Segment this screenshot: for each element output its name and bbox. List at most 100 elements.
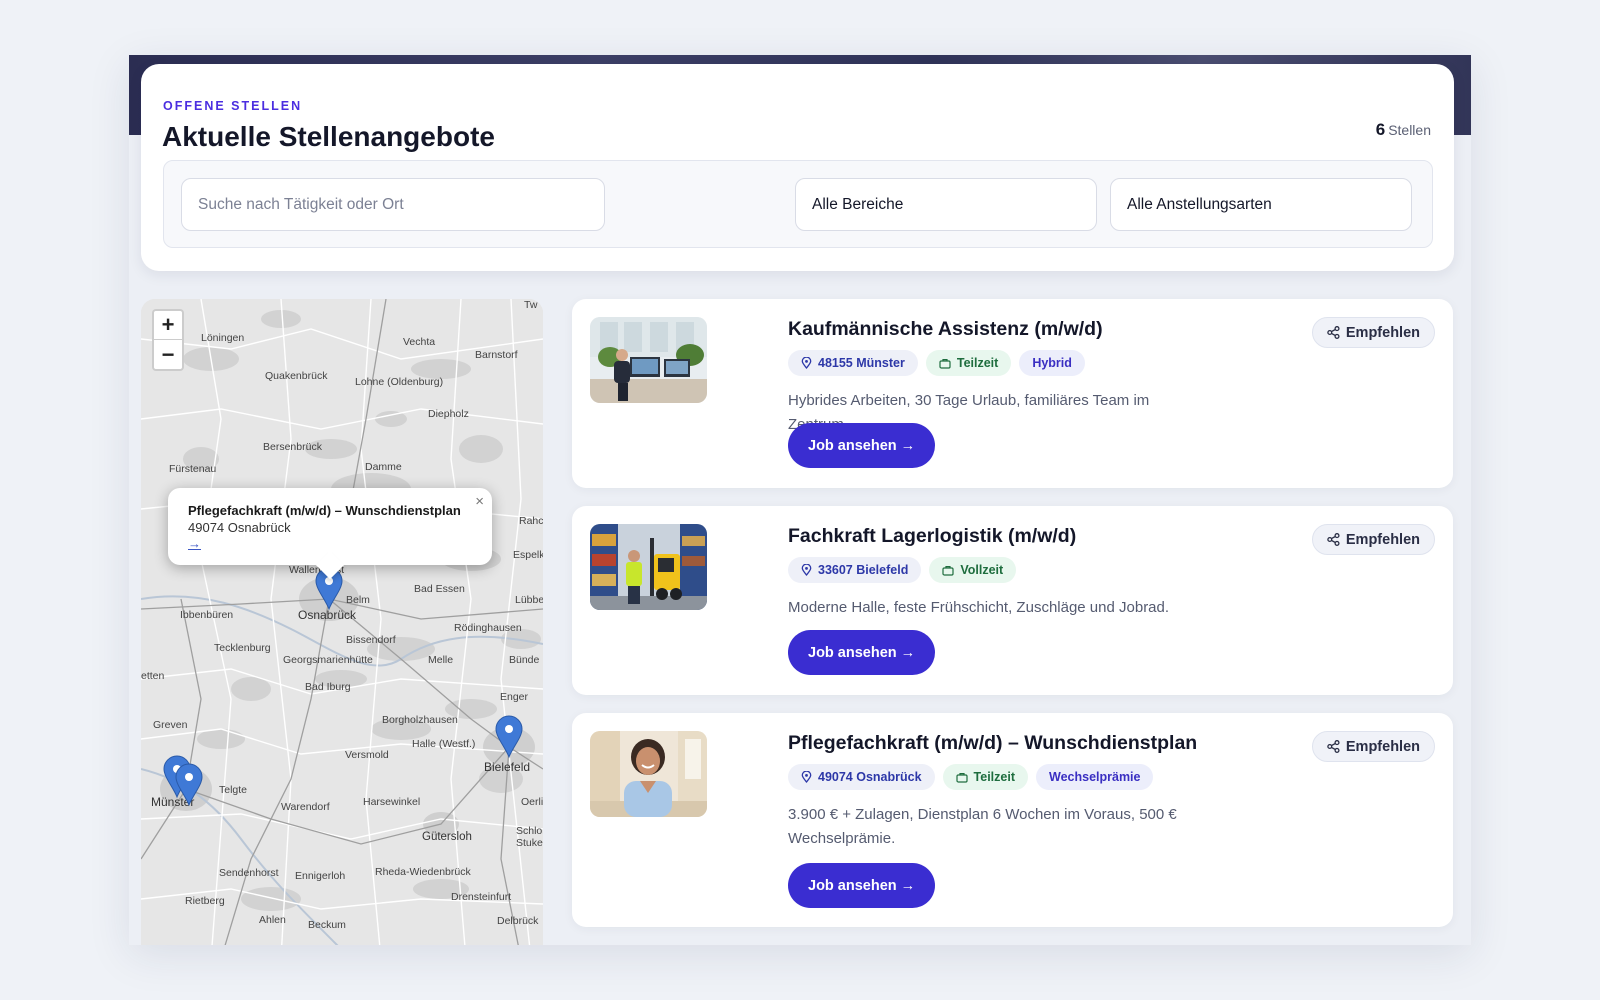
zoom-in-button[interactable]: + (154, 311, 182, 340)
job-board-page: OFFENE STELLEN Aktuelle Stellenangebote … (129, 55, 1471, 945)
location-tag: 48155 Münster (788, 350, 918, 376)
search-field[interactable] (181, 178, 605, 231)
job-count-value: 6 (1375, 120, 1386, 139)
share-icon (1327, 533, 1340, 546)
job-title: Kaufmännische Assistenz (m/w/d) (788, 318, 1103, 340)
location-tag-label: 49074 Osnabrück (818, 770, 922, 784)
map-label-loningen: Löningen (201, 332, 244, 344)
map-label-rheda: Rheda-Wiedenbrück (375, 866, 471, 878)
job-count: 6 Stellen (1376, 120, 1431, 140)
map-label-bad-essen: Bad Essen (414, 583, 465, 595)
map-label-sendenhorst: Sendenhorst (219, 867, 279, 879)
job-thumbnail-warehouse (590, 524, 707, 610)
map-label-quakenbruck: Quakenbrück (265, 370, 328, 382)
map-label-bissendorf: Bissendorf (346, 634, 396, 646)
map-label-greven: Greven (153, 719, 188, 731)
map-label-harsewinkel: Harsewinkel (363, 796, 420, 808)
location-pin-icon (801, 771, 812, 783)
map-label-versmold: Versmold (345, 749, 389, 761)
area-select[interactable]: Alle Bereiche (795, 178, 1097, 231)
briefcase-icon (942, 565, 954, 576)
map-label-bad-iburg: Bad Iburg (305, 681, 351, 693)
map-label-etten: etten (141, 670, 165, 682)
job-card: Pflegefachkraft (m/w/d) – Wunschdienstpl… (572, 713, 1453, 927)
map-label-osnabruck: Osnabrück (298, 608, 357, 622)
employment-type-tag: Vollzeit (929, 557, 1017, 583)
map-label-furstenau: Fürstenau (169, 463, 216, 475)
location-pin-icon (801, 357, 812, 369)
map-label-delbruck: Delbrück (497, 915, 539, 927)
job-tags: 49074 Osnabrück Teilzeit Wechselprämie (788, 764, 1154, 790)
map-label-rahc: Rahc (519, 515, 543, 527)
view-job-button[interactable]: Job ansehen → (788, 423, 936, 468)
job-description: Moderne Halle, feste Frühschicht, Zuschl… (788, 599, 1170, 616)
map-label-georgsmarienhutte: Georgsmarienhütte (283, 654, 373, 666)
view-job-button[interactable]: Job ansehen → (788, 630, 936, 675)
view-job-button[interactable]: Job ansehen → (788, 863, 936, 908)
employment-type-label: Teilzeit (973, 770, 1015, 784)
map-label-gutersloh: Gütersloh (422, 831, 472, 843)
map-label-ennigerloh: Ennigerloh (295, 870, 345, 882)
job-map[interactable]: Löningen Vechta Barnstorf Quakenbrück Lo… (141, 299, 543, 945)
popup-close-button[interactable]: × (475, 493, 484, 510)
job-card: Kaufmännische Assistenz (m/w/d) 48155 Mü… (572, 299, 1453, 488)
location-tag-label: 33607 Bielefeld (818, 563, 909, 577)
job-tags: 33607 Bielefeld Vollzeit (788, 557, 1017, 583)
map-label-bersenbruck: Bersenbrück (263, 441, 323, 453)
popup-title: Pflegefachkraft (m/w/d) – Wunschdienstpl… (188, 503, 461, 518)
job-thumbnail-office (590, 317, 707, 403)
map-label-lohne: Lohne (Oldenburg) (355, 376, 443, 388)
job-title: Pflegefachkraft (m/w/d) – Wunschdienstpl… (788, 732, 1198, 754)
location-pin-icon (801, 564, 812, 576)
recommend-button-label: Empfehlen (1345, 324, 1420, 341)
map-label-damme: Damme (365, 461, 402, 473)
job-card: Fachkraft Lagerlogistik (m/w/d) 33607 Bi… (572, 506, 1453, 695)
job-count-unit: Stellen (1388, 122, 1431, 138)
map-label-lubbe: Lübbe (515, 594, 543, 606)
location-tag: 49074 Osnabrück (788, 764, 935, 790)
recommend-button[interactable]: Empfehlen (1311, 317, 1435, 348)
employment-type-select[interactable]: Alle Anstellungsarten (1110, 178, 1412, 231)
feature-tag: Hybrid (1019, 350, 1085, 376)
briefcase-icon (955, 772, 968, 783)
map-label-oerli: Oerli (521, 796, 543, 808)
map-label-diepholz: Diepholz (428, 408, 469, 420)
map-label-belm: Belm (346, 594, 370, 606)
map-label-rodinghausen: Rödinghausen (454, 622, 522, 634)
recommend-button-label: Empfehlen (1345, 738, 1420, 755)
map-label-melle: Melle (428, 654, 453, 666)
recommend-button[interactable]: Empfehlen (1311, 524, 1435, 555)
page-title: Aktuelle Stellenangebote (162, 121, 495, 152)
map-label-stuke: Stuke (516, 837, 543, 849)
eyebrow-label: OFFENE STELLEN (163, 99, 303, 113)
employment-type-tag: Teilzeit (942, 764, 1028, 790)
map-label-ibbenburen: Ibbenbüren (180, 609, 233, 621)
employment-type-select-value: Alle Anstellungsarten (1127, 195, 1272, 213)
area-select-value: Alle Bereiche (812, 195, 904, 213)
map-label-tecklenburg: Tecklenburg (214, 642, 271, 654)
map-label-vechta: Vechta (403, 336, 435, 348)
recommend-button-label: Empfehlen (1345, 531, 1420, 548)
map-label-barnstorf: Barnstorf (475, 349, 518, 361)
recommend-button[interactable]: Empfehlen (1311, 731, 1435, 762)
map-tiles: Löningen Vechta Barnstorf Quakenbrück Lo… (141, 299, 543, 945)
search-input[interactable] (198, 195, 604, 214)
zoom-control: + − (152, 309, 184, 371)
employment-type-label: Teilzeit (956, 356, 999, 370)
job-tags: 48155 Münster Teilzeit Hybrid (788, 350, 1085, 376)
map-label-tw: Tw (524, 299, 538, 311)
share-icon (1327, 740, 1340, 753)
employment-type-label: Vollzeit (960, 563, 1004, 577)
map-label-bunde: Bünde (509, 654, 540, 666)
location-tag-label: 48155 Münster (818, 356, 905, 370)
briefcase-icon (939, 358, 951, 369)
zoom-out-button[interactable]: − (154, 340, 182, 369)
header-card: OFFENE STELLEN Aktuelle Stellenangebote … (141, 64, 1454, 271)
map-label-telgte: Telgte (219, 784, 247, 796)
map-label-enger: Enger (500, 691, 529, 703)
map-label-ahlen: Ahlen (259, 914, 286, 926)
map-label-espelk: Espelk (513, 549, 543, 561)
map-label-rietberg: Drensteinfurt (451, 891, 511, 903)
location-tag: 33607 Bielefeld (788, 557, 922, 583)
popup-link[interactable]: → (188, 536, 201, 551)
